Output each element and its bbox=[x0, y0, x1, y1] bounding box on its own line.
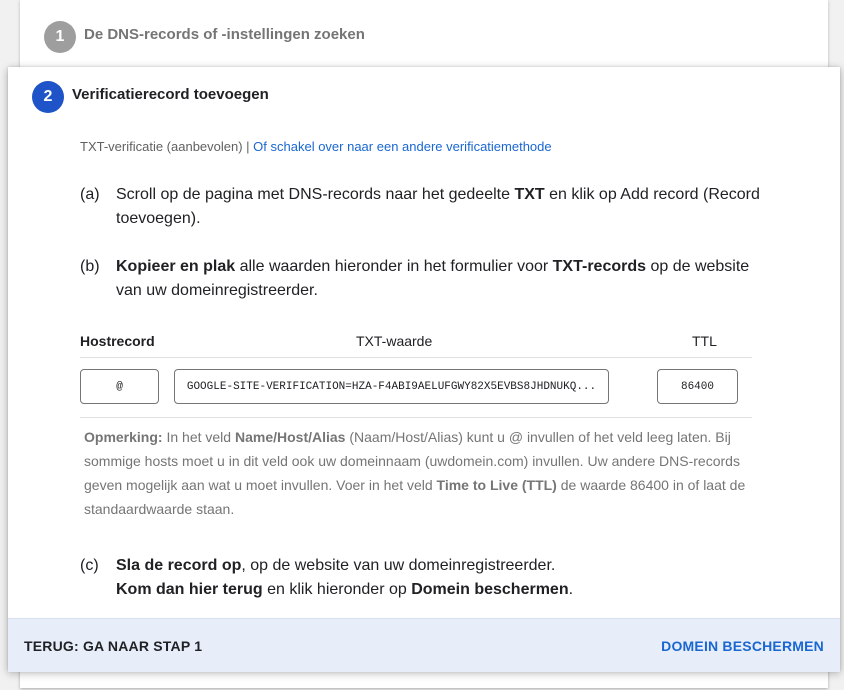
instruction-c-part3: . bbox=[568, 581, 574, 598]
table-divider-top bbox=[80, 357, 752, 358]
instruction-c-bold2: Kom dan hier terug bbox=[116, 581, 263, 598]
step1-title: De DNS-records of -instellingen zoeken bbox=[84, 26, 365, 43]
header-ttl: TTL bbox=[692, 333, 717, 349]
host-record-value: @ bbox=[116, 380, 123, 393]
ttl-field[interactable]: 86400 bbox=[657, 369, 738, 404]
instruction-c-bold1: Sla de record op bbox=[116, 557, 242, 574]
step-footer-bar: TERUG: GA NAAR STAP 1 DOMEIN BESCHERMEN bbox=[8, 618, 840, 672]
instruction-b-bold2: TXT-records bbox=[552, 258, 647, 275]
note-text: Opmerking: In het veld Name/Host/Alias (… bbox=[84, 425, 750, 521]
instruction-c-part2: en klik hieronder op bbox=[262, 581, 412, 598]
instruction-c: (c) Sla de record op, op de website van … bbox=[80, 554, 770, 602]
step2-card: 2 Verificatierecord toevoegen TXT-verifi… bbox=[8, 67, 840, 672]
protect-domain-button[interactable]: DOMEIN BESCHERMEN bbox=[661, 638, 824, 654]
txt-value-field[interactable]: GOOGLE-SITE-VERIFICATION=HZA-F4ABI9AELUF… bbox=[174, 369, 609, 404]
instruction-a-label: (a) bbox=[80, 186, 100, 203]
instruction-c-part1: , op de website van uw domeinregistreerd… bbox=[241, 557, 556, 574]
switch-method-link[interactable]: Of schakel over naar een andere verifica… bbox=[253, 139, 551, 154]
instruction-a: (a) Scroll op de pagina met DNS-records … bbox=[80, 183, 770, 231]
note-label: Opmerking: bbox=[84, 429, 163, 445]
ttl-value: 86400 bbox=[680, 380, 714, 393]
instruction-a-part1: Scroll op de pagina met DNS-records naar… bbox=[116, 186, 515, 203]
header-txt-value: TXT-waarde bbox=[356, 333, 433, 349]
instruction-c-text: Sla de record op, op de website van uw d… bbox=[116, 554, 770, 602]
step2-title: Verificatierecord toevoegen bbox=[72, 86, 269, 103]
note-part1: In het veld bbox=[162, 429, 235, 445]
back-to-step1-button[interactable]: TERUG: GA NAAR STAP 1 bbox=[24, 638, 202, 654]
instruction-a-bold1: TXT bbox=[514, 186, 545, 203]
verification-method-line: TXT-verificatie (aanbevolen) | Of schake… bbox=[80, 139, 552, 154]
host-record-field[interactable]: @ bbox=[80, 369, 159, 404]
step1-number-badge: 1 bbox=[44, 21, 76, 53]
instruction-b-text: Kopieer en plak alle waarden hieronder i… bbox=[116, 255, 770, 303]
instruction-b-part1: alle waarden hieronder in het formulier … bbox=[235, 258, 553, 275]
instruction-c-label: (c) bbox=[80, 557, 99, 574]
txt-value-text: GOOGLE-SITE-VERIFICATION=HZA-F4ABI9AELUF… bbox=[186, 380, 597, 393]
header-hostrecord: Hostrecord bbox=[80, 333, 155, 349]
step2-number-badge: 2 bbox=[32, 81, 64, 113]
note-bold2: Time to Live (TTL) bbox=[436, 477, 557, 493]
instruction-c-bold3: Domein beschermen bbox=[411, 581, 569, 598]
table-divider-bottom bbox=[80, 417, 752, 418]
instruction-a-text: Scroll op de pagina met DNS-records naar… bbox=[116, 183, 770, 231]
instruction-b-bold1: Kopieer en plak bbox=[116, 258, 236, 275]
instruction-b-label: (b) bbox=[80, 258, 100, 275]
current-method-label: TXT-verificatie (aanbevolen) | bbox=[80, 139, 254, 154]
note-bold1: Name/Host/Alias bbox=[234, 429, 346, 445]
instruction-b: (b) Kopieer en plak alle waarden hierond… bbox=[80, 255, 770, 303]
